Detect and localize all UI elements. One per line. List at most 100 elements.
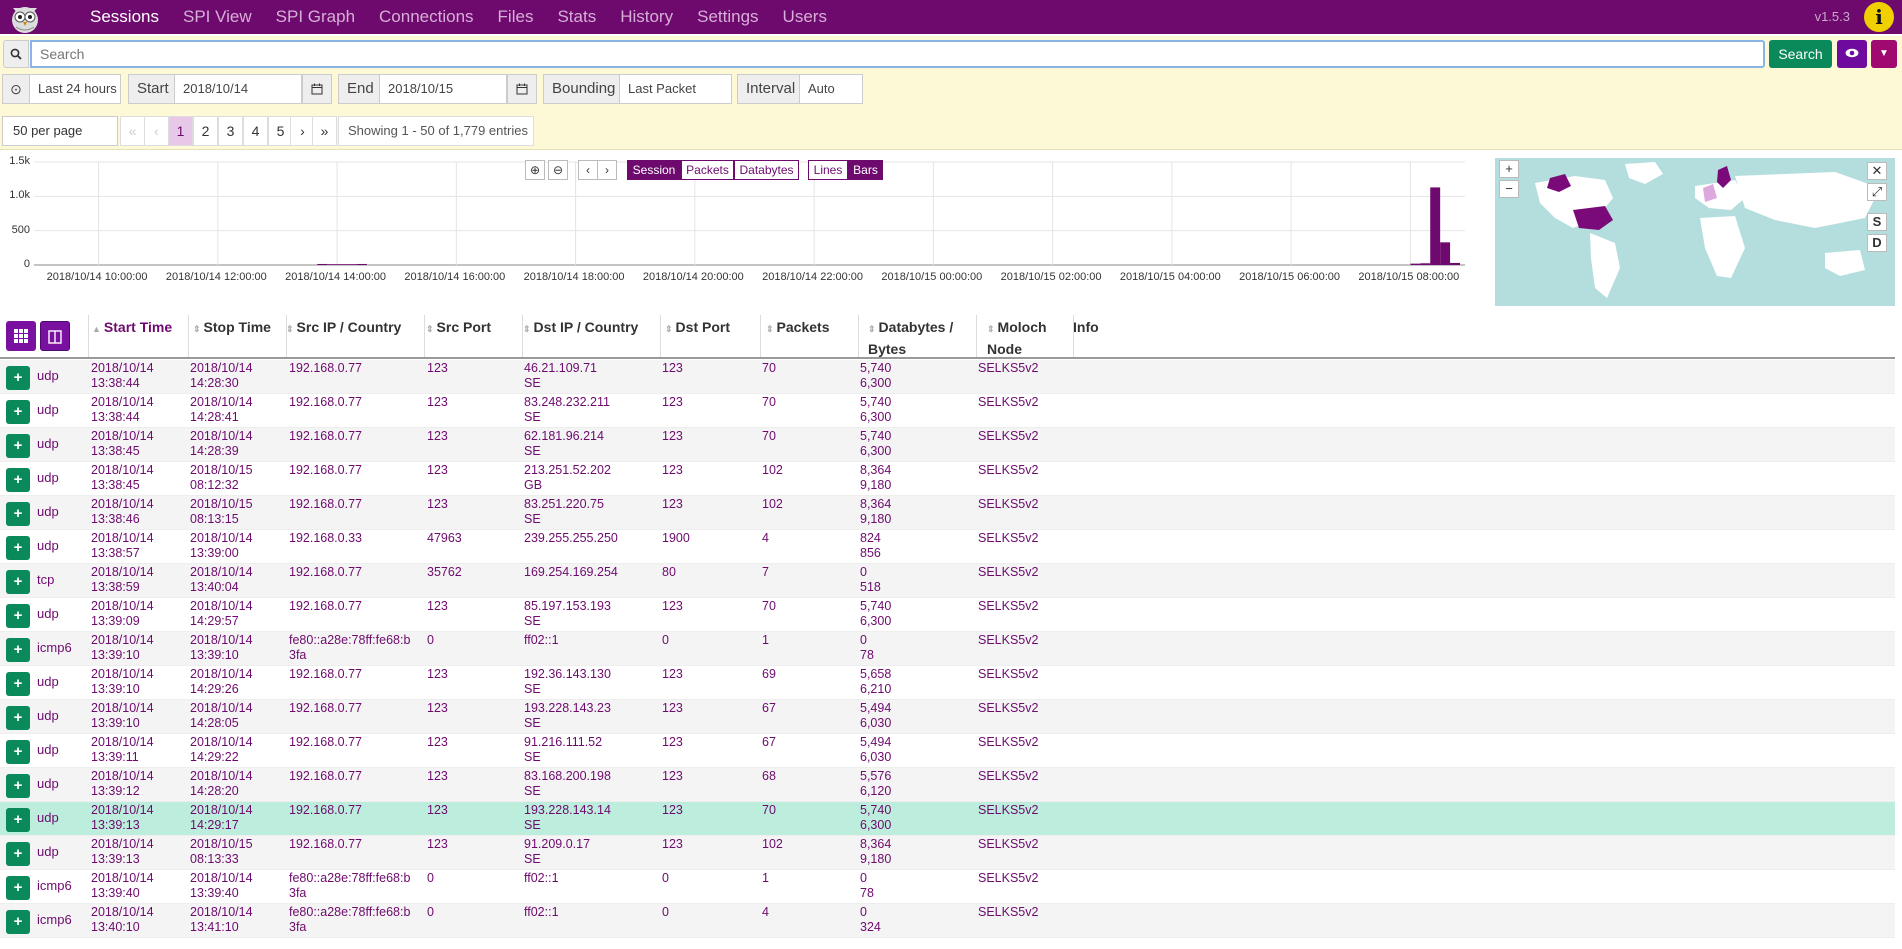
src-cell[interactable]: 192.168.0.77: [289, 429, 362, 459]
start-cell[interactable]: 2018/10/14 13:38:45: [91, 463, 154, 493]
expand-row-icon[interactable]: +: [6, 638, 30, 662]
pkts-cell[interactable]: 4: [762, 531, 769, 546]
protocol-cell[interactable]: udp: [37, 606, 59, 621]
stop-cell[interactable]: 2018/10/14 14:28:39: [190, 429, 253, 459]
node-cell[interactable]: SELKS5v2: [978, 361, 1038, 376]
table-row[interactable]: + udp 2018/10/14 13:38:44 2018/10/14 14:28:41…: [0, 394, 1895, 428]
start-cell[interactable]: 2018/10/14 13:39:10: [91, 633, 154, 663]
sport-cell[interactable]: 123: [427, 361, 448, 376]
table-row[interactable]: + udp 2018/10/14 13:39:10 2018/10/14 14:28:05…: [0, 700, 1895, 734]
column-divider[interactable]: [286, 315, 287, 357]
start-cell[interactable]: 2018/10/14 13:38:46: [91, 497, 154, 527]
pkts-cell[interactable]: 70: [762, 599, 776, 614]
chart-bar[interactable]: [327, 264, 338, 265]
expand-row-icon[interactable]: +: [6, 842, 30, 866]
column-header-start-time[interactable]: ▲ Start Time: [92, 317, 172, 339]
pan-left-icon[interactable]: ‹: [578, 160, 598, 180]
stop-cell[interactable]: 2018/10/14 14:29:17: [190, 803, 253, 833]
graph-bars-toggle[interactable]: Bars: [848, 160, 883, 180]
bytes-cell[interactable]: 5,740 6,300: [860, 803, 891, 833]
protocol-cell[interactable]: udp: [37, 436, 59, 451]
nav-item-settings[interactable]: Settings: [697, 7, 758, 27]
src-cell[interactable]: 192.168.0.77: [289, 701, 362, 731]
column-header-dst-ip-country[interactable]: ⇕ Dst IP / Country: [523, 317, 638, 339]
chart-bar[interactable]: [1420, 263, 1431, 265]
node-cell[interactable]: SELKS5v2: [978, 429, 1038, 444]
nav-item-spi-graph[interactable]: SPI Graph: [276, 7, 355, 27]
dport-cell[interactable]: 123: [662, 463, 683, 478]
nav-item-users[interactable]: Users: [783, 7, 827, 27]
column-divider[interactable]: [660, 315, 661, 357]
expand-row-icon[interactable]: +: [6, 604, 30, 628]
protocol-cell[interactable]: icmp6: [37, 640, 72, 655]
table-row[interactable]: + udp 2018/10/14 13:39:13 2018/10/15 08:13:33…: [0, 836, 1895, 870]
src-cell[interactable]: 192.168.0.77: [289, 667, 362, 697]
protocol-cell[interactable]: udp: [37, 470, 59, 485]
dport-cell[interactable]: 123: [662, 735, 683, 750]
node-cell[interactable]: SELKS5v2: [978, 667, 1038, 682]
stop-cell[interactable]: 2018/10/14 14:28:41: [190, 395, 253, 425]
column-divider[interactable]: [88, 315, 89, 357]
table-row[interactable]: + tcp 2018/10/14 13:38:59 2018/10/14 13:40:04…: [0, 564, 1895, 598]
help-icon[interactable]: i: [1864, 2, 1894, 32]
dport-cell[interactable]: 123: [662, 837, 683, 852]
column-divider[interactable]: [760, 315, 761, 357]
protocol-cell[interactable]: udp: [37, 810, 59, 825]
expand-row-icon[interactable]: +: [6, 502, 30, 526]
bytes-cell[interactable]: 5,740 6,300: [860, 361, 891, 391]
dst-cell[interactable]: 193.228.143.14 SE: [524, 803, 611, 833]
column-header-databytes-bytes[interactable]: ⇕ Databytes / Bytes: [868, 317, 963, 359]
pkts-cell[interactable]: 68: [762, 769, 776, 784]
expand-row-icon[interactable]: +: [6, 536, 30, 560]
dport-cell[interactable]: 123: [662, 361, 683, 376]
src-cell[interactable]: 192.168.0.77: [289, 803, 362, 833]
protocol-cell[interactable]: udp: [37, 708, 59, 723]
dst-cell[interactable]: 91.216.111.52 SE: [524, 735, 602, 765]
bounding-select[interactable]: Last Packet: [619, 74, 732, 104]
stop-cell[interactable]: 2018/10/15 08:12:32: [190, 463, 253, 493]
expand-row-icon[interactable]: +: [6, 706, 30, 730]
graph-databytes-toggle[interactable]: Databytes: [734, 160, 799, 180]
src-cell[interactable]: fe80::a28e:78ff:fe68:b 3fa: [289, 905, 410, 935]
sport-cell[interactable]: 123: [427, 429, 448, 444]
sport-cell[interactable]: 0: [427, 905, 434, 920]
per-page-select[interactable]: 50 per page: [2, 116, 118, 146]
pkts-cell[interactable]: 102: [762, 837, 783, 852]
column-header-src-port[interactable]: ⇕ Src Port: [426, 317, 491, 339]
sport-cell[interactable]: 123: [427, 769, 448, 784]
bytes-cell[interactable]: 0 78: [860, 633, 874, 663]
stop-cell[interactable]: 2018/10/14 13:39:00: [190, 531, 253, 561]
dst-cell[interactable]: ff02::1: [524, 905, 559, 935]
dport-cell[interactable]: 123: [662, 599, 683, 614]
search-input[interactable]: [30, 40, 1765, 68]
sport-cell[interactable]: 123: [427, 701, 448, 716]
nav-item-history[interactable]: History: [620, 7, 673, 27]
bytes-cell[interactable]: 5,740 6,300: [860, 395, 891, 425]
graph-lines-toggle[interactable]: Lines: [808, 160, 848, 180]
column-divider[interactable]: [188, 315, 189, 357]
prev-page-button[interactable]: ‹: [144, 116, 169, 146]
sport-cell[interactable]: 123: [427, 599, 448, 614]
sport-cell[interactable]: 123: [427, 837, 448, 852]
protocol-cell[interactable]: udp: [37, 504, 59, 519]
dst-cell[interactable]: 83.168.200.198 SE: [524, 769, 611, 799]
node-cell[interactable]: SELKS5v2: [978, 905, 1038, 920]
protocol-cell[interactable]: tcp: [37, 572, 54, 587]
pkts-cell[interactable]: 70: [762, 361, 776, 376]
page-4-button[interactable]: 4: [243, 116, 268, 146]
dst-cell[interactable]: 83.251.220.75 SE: [524, 497, 604, 527]
pkts-cell[interactable]: 7: [762, 565, 769, 580]
expand-row-icon[interactable]: +: [6, 672, 30, 696]
protocol-cell[interactable]: udp: [37, 776, 59, 791]
nav-item-files[interactable]: Files: [498, 7, 534, 27]
node-cell[interactable]: SELKS5v2: [978, 837, 1038, 852]
start-cell[interactable]: 2018/10/14 13:39:12: [91, 769, 154, 799]
search-button[interactable]: Search: [1769, 40, 1832, 68]
dport-cell[interactable]: 0: [662, 871, 669, 886]
src-cell[interactable]: 192.168.0.77: [289, 463, 362, 493]
column-layout-button[interactable]: [40, 321, 70, 351]
protocol-cell[interactable]: udp: [37, 402, 59, 417]
dst-cell[interactable]: 46.21.109.71 SE: [524, 361, 597, 391]
start-cell[interactable]: 2018/10/14 13:39:10: [91, 701, 154, 731]
start-cell[interactable]: 2018/10/14 13:38:45: [91, 429, 154, 459]
